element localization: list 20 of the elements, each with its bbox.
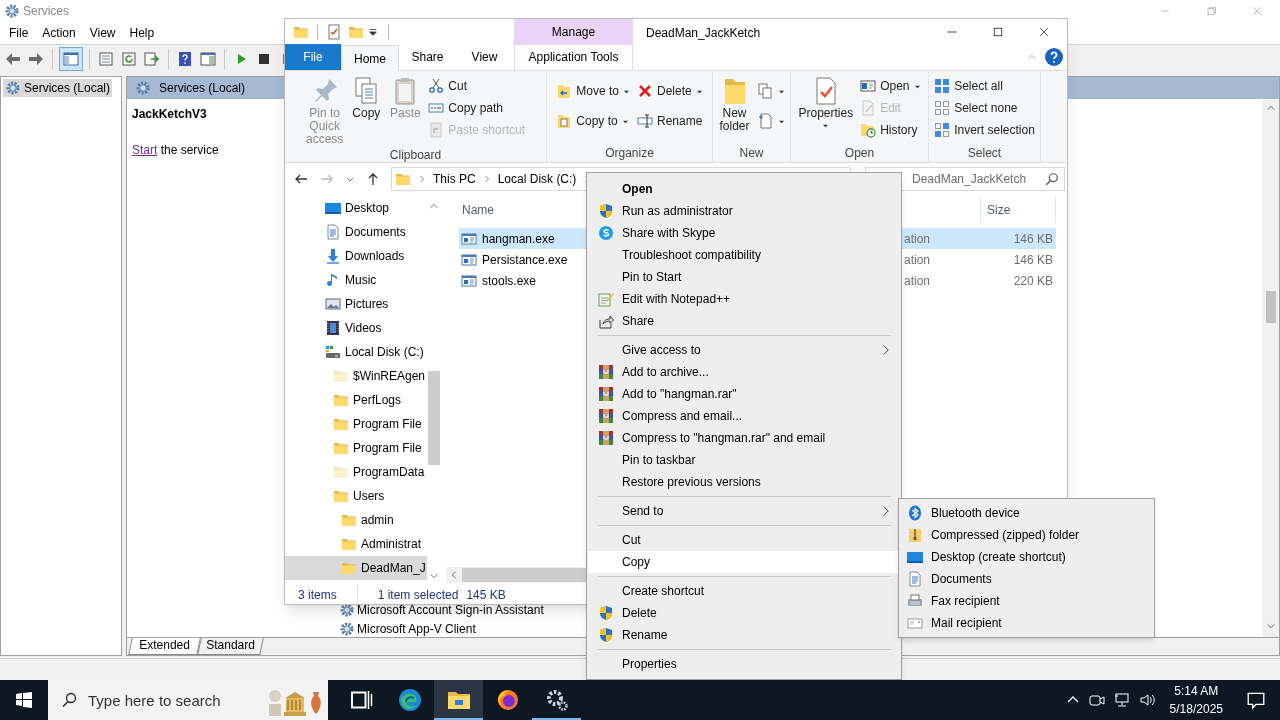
group-label: Open [843,145,876,162]
group-label: Organize [604,145,655,162]
type-cell-text: ation [904,230,932,248]
size-cell-text: 220 KB [1012,272,1053,290]
service-name: JackKetchV3 [132,106,207,123]
status-text: 3 items [298,586,337,604]
pane-title: Services (Local) [159,80,246,97]
type-cell-text: ation [904,251,932,269]
status-text: 1 item selected [356,585,459,604]
window-title: Services [23,3,69,20]
size-cell-text: 146 KB [1012,251,1053,269]
size-cell-text: 146 KB [1012,230,1053,248]
contextual-header: Manage [514,19,633,45]
window-title: DeadMan_JackKetch [646,25,761,42]
action-text: Start the service [132,142,219,159]
group-label: Select [966,145,1003,162]
type-cell-text: ation [904,272,932,290]
group-label: Clipboard [388,147,443,164]
status-text: 145 KB [466,586,506,604]
group-label: New [738,145,765,162]
